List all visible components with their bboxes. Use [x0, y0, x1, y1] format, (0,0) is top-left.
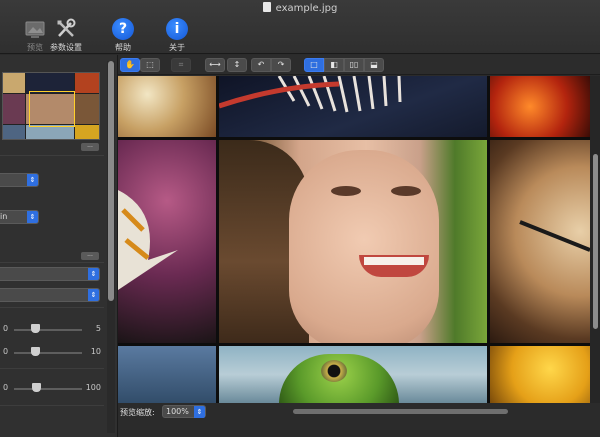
- document-icon: [262, 2, 271, 12]
- image-canvas[interactable]: [118, 76, 590, 403]
- settings-button[interactable]: 参数设置: [38, 18, 94, 53]
- slider-knob[interactable]: [30, 324, 40, 333]
- select-tool-button[interactable]: ⬚: [140, 58, 160, 72]
- teeth: [364, 257, 424, 265]
- style-dropdown[interactable]: ⇕: [0, 288, 100, 302]
- viewport-rectangle[interactable]: [29, 91, 75, 127]
- image-tile-grill: [490, 76, 590, 137]
- zoom-label: 预览缩放:: [120, 408, 155, 417]
- fit-height-icon: ↕: [233, 60, 241, 69]
- slider-max: 100: [85, 383, 101, 392]
- slider-min: 0: [3, 324, 9, 333]
- slider-max: 10: [90, 347, 101, 356]
- filter-dropdown[interactable]: ⇕: [0, 267, 100, 281]
- side-by-side-icon: ▯▯: [349, 60, 359, 69]
- image-tile-fish-fins: [219, 76, 487, 137]
- view-side-by-side-button[interactable]: ▯▯: [344, 58, 364, 72]
- chevron-updown-icon: ⇕: [88, 268, 99, 280]
- info-icon: i: [166, 18, 188, 40]
- zoom-value: 100%: [166, 407, 189, 416]
- image-tile-frog: [219, 346, 487, 403]
- help-icon: ?: [112, 18, 134, 40]
- single-view-icon: □: [310, 60, 318, 69]
- image-tile-clock: [490, 140, 590, 343]
- marquee-icon: ⬚: [146, 60, 154, 69]
- slider-knob[interactable]: [30, 347, 40, 356]
- unit-dropdown-value: in: [0, 212, 8, 221]
- more-button[interactable]: ...: [81, 143, 99, 151]
- crop-tool-button[interactable]: ⌗: [171, 58, 191, 72]
- about-label: 关于: [169, 43, 185, 52]
- zoom-dropdown[interactable]: 100% ⇕: [162, 405, 206, 418]
- app-window: example.jpg 预览 参数设置 ? 帮助 i 关于 ... ⇕ in ⇕…: [0, 0, 600, 437]
- unit-dropdown[interactable]: in ⇕: [0, 210, 39, 224]
- chevron-updown-icon: ⇕: [27, 211, 38, 223]
- view-single-button[interactable]: □: [304, 58, 324, 72]
- chevron-updown-icon: ⇕: [88, 289, 99, 301]
- clock-hand: [519, 220, 590, 252]
- chevron-updown-icon: ⇕: [27, 174, 38, 186]
- rotate-right-button[interactable]: ↷: [271, 58, 291, 72]
- fit-height-button[interactable]: ↕: [227, 58, 247, 72]
- crop-icon: ⌗: [178, 60, 184, 69]
- fit-width-icon: ⟷: [209, 60, 221, 69]
- image-toolbar: ✋ ⬚ ⌗ ⟷ ↕ ↶ ↷ □ ◧ ▯▯ ⬓: [118, 55, 600, 75]
- slider-knob[interactable]: [31, 383, 41, 392]
- divider: [0, 368, 104, 369]
- window-title: example.jpg: [0, 2, 600, 14]
- image-tile-blue: [118, 346, 216, 403]
- divider: [0, 262, 104, 263]
- divider: [0, 307, 104, 308]
- split-horizontal-icon: ⬓: [370, 60, 378, 69]
- param-slider-3[interactable]: 0 100: [0, 382, 104, 394]
- image-tile-coral-fish: [118, 140, 216, 343]
- view-split-horizontal-button[interactable]: ⬓: [364, 58, 384, 72]
- rotate-right-icon: ↷: [277, 60, 285, 69]
- hand-tool-button[interactable]: ✋: [120, 58, 140, 72]
- slider-track: [14, 352, 82, 354]
- fish-shape: [118, 190, 178, 290]
- title-toolbar: example.jpg 预览 参数设置 ? 帮助 i 关于: [0, 0, 600, 54]
- settings-panel: ... ⇕ in ⇕ ... ⇕ ⇕ 0 5 0 10 0 100: [0, 55, 118, 437]
- help-label: 帮助: [115, 43, 131, 52]
- split-vertical-icon: ◧: [330, 60, 338, 69]
- canvas-vertical-scrollbar[interactable]: [590, 76, 600, 403]
- mode-dropdown[interactable]: ⇕: [0, 173, 39, 187]
- chevron-updown-icon: ⇕: [194, 406, 205, 418]
- tools-icon: [55, 18, 77, 40]
- panel-scrollbar[interactable]: [107, 61, 115, 433]
- slider-track: [14, 329, 82, 331]
- slider-track: [14, 388, 82, 390]
- status-bar: 预览缩放: 100% ⇕: [118, 403, 600, 437]
- navigator-thumbnail[interactable]: [2, 72, 100, 140]
- help-button[interactable]: ? 帮助: [95, 18, 151, 53]
- image-tile-yellow: [490, 346, 590, 403]
- image-tile-food: [118, 76, 216, 137]
- param-slider-2[interactable]: 0 10: [0, 346, 104, 358]
- image-tile-portrait: [219, 140, 487, 343]
- canvas-horizontal-scrollbar[interactable]: [293, 409, 508, 414]
- about-button[interactable]: i 关于: [149, 18, 205, 53]
- rotate-left-icon: ↶: [257, 60, 265, 69]
- param-slider-1[interactable]: 0 5: [0, 323, 104, 335]
- scrollbar-thumb[interactable]: [108, 61, 114, 301]
- rotate-left-button[interactable]: ↶: [251, 58, 271, 72]
- hand-icon: ✋: [125, 60, 135, 69]
- more-button[interactable]: ...: [81, 252, 99, 260]
- frog-eye: [321, 360, 347, 382]
- divider: [0, 155, 104, 156]
- fin-stripes: [219, 76, 402, 113]
- view-split-vertical-button[interactable]: ◧: [324, 58, 344, 72]
- face-shape: [289, 150, 439, 343]
- fit-width-button[interactable]: ⟷: [205, 58, 225, 72]
- slider-min: 0: [3, 383, 9, 392]
- scrollbar-thumb[interactable]: [593, 154, 598, 329]
- divider: [0, 405, 104, 406]
- slider-min: 0: [3, 347, 9, 356]
- slider-max: 5: [95, 324, 101, 333]
- settings-label: 参数设置: [50, 43, 82, 52]
- left-eye: [331, 186, 361, 196]
- right-eye: [391, 186, 421, 196]
